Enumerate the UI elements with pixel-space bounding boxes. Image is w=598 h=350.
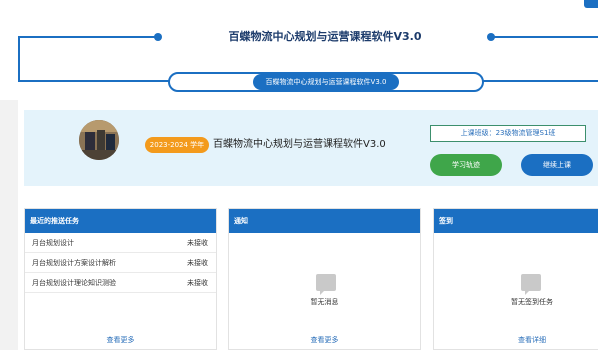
task-status: 未接收 [187, 239, 208, 247]
banner-decor-dot [154, 33, 162, 41]
signin-card-title: 签到 [434, 209, 598, 233]
notice-card: 通知 暂无消息 查看更多 [228, 208, 421, 350]
notice-card-title: 通知 [229, 209, 420, 233]
banner-decor-line [18, 36, 20, 80]
task-name: 月台规划设计 [32, 239, 74, 247]
task-item[interactable]: 月台规划设计方案设计解析 未接收 [25, 253, 216, 273]
tasks-card-title: 最近的推送任务 [25, 209, 216, 233]
continue-class-button[interactable]: 继续上课 [521, 154, 593, 176]
banner-decor-line [492, 36, 598, 38]
tasks-more-link[interactable]: 查看更多 [25, 335, 216, 345]
signin-card: 签到 暂无签到任务 查看详细 [433, 208, 598, 350]
notice-empty-text: 暂无消息 [310, 298, 339, 306]
year-badge: 2023-2024 学年 [145, 137, 209, 153]
message-empty-icon [521, 274, 541, 295]
signin-empty-text: 暂无签到任务 [511, 298, 553, 306]
avatar-image [79, 120, 119, 160]
task-item[interactable]: 月台规划设计理论知识测验 未接收 [25, 273, 216, 293]
task-status: 未接收 [187, 259, 208, 267]
message-empty-icon [316, 274, 336, 295]
learning-track-button[interactable]: 学习轨迹 [430, 154, 502, 176]
banner-decor-line [18, 80, 170, 82]
tasks-card: 最近的推送任务 月台规划设计 未接收 月台规划设计方案设计解析 未接收 月台规划… [24, 208, 217, 350]
banner-decor-line [482, 80, 598, 82]
corner-menu-button[interactable] [584, 0, 598, 8]
notice-more-link[interactable]: 查看更多 [229, 335, 420, 345]
avatar [79, 120, 119, 160]
task-item[interactable]: 月台规划设计 未接收 [25, 233, 216, 253]
task-status: 未接收 [187, 279, 208, 287]
task-name: 月台规划设计方案设计解析 [32, 259, 116, 267]
signin-more-link[interactable]: 查看详细 [462, 335, 598, 345]
banner-decor-dot [487, 33, 495, 41]
class-label: 上课班级：23级物流管理S1班 [430, 125, 586, 142]
course-pill-label: 百蝶物流中心规划与运营课程软件V3.0 [253, 74, 399, 90]
course-title: 百蝶物流中心规划与运营课程软件V3.0 [213, 139, 386, 150]
task-name: 月台规划设计理论知识测验 [32, 279, 116, 287]
page-title: 百蝶物流中心规划与运营课程软件V3.0 [228, 30, 422, 43]
banner-decor-line [18, 36, 158, 38]
